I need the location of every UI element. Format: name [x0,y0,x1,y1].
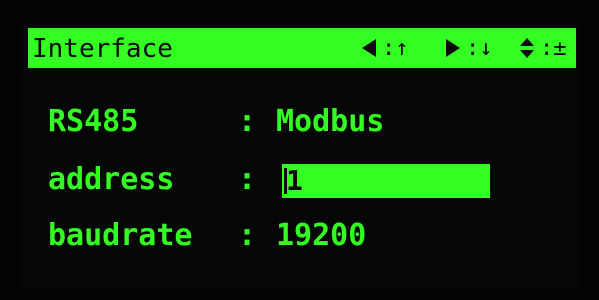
lcd-display: Interface : ↑ : ↓: ± RS485: Modbus add… [20,20,580,290]
setting-separator: : [238,104,257,139]
address-input-value: 1 [286,164,303,197]
key-hint-updown: : ± [518,34,567,62]
setting-label: address [48,162,175,197]
arrow-left-icon [360,37,378,59]
key-hint-left: : ↑ [360,34,409,62]
setting-separator: : [238,162,257,197]
hint-symbol: ↓ [479,35,493,61]
setting-value: Modbus [276,104,385,139]
hint-symbol: ± [553,35,567,61]
title-bar: Interface : ↑ : ↓: ± [28,28,576,68]
address-input[interactable]: 1 [282,164,490,198]
setting-label: baudrate [48,218,193,253]
setting-label: RS485 [48,104,139,139]
arrow-updown-icon [518,36,536,60]
hint-symbol: ↑ [395,35,409,61]
colon-dot: : [382,35,396,61]
device-screen: Interface : ↑ : ↓: ± RS485: Modbus add… [0,0,599,300]
setting-value: 19200 [276,218,367,253]
setting-separator: : [238,218,257,253]
key-hint-right: : ↓ [444,34,493,62]
colon-dot: : [466,35,480,61]
page-title: Interface [32,34,173,64]
arrow-right-icon [444,37,462,59]
colon-dot: : [540,35,554,61]
